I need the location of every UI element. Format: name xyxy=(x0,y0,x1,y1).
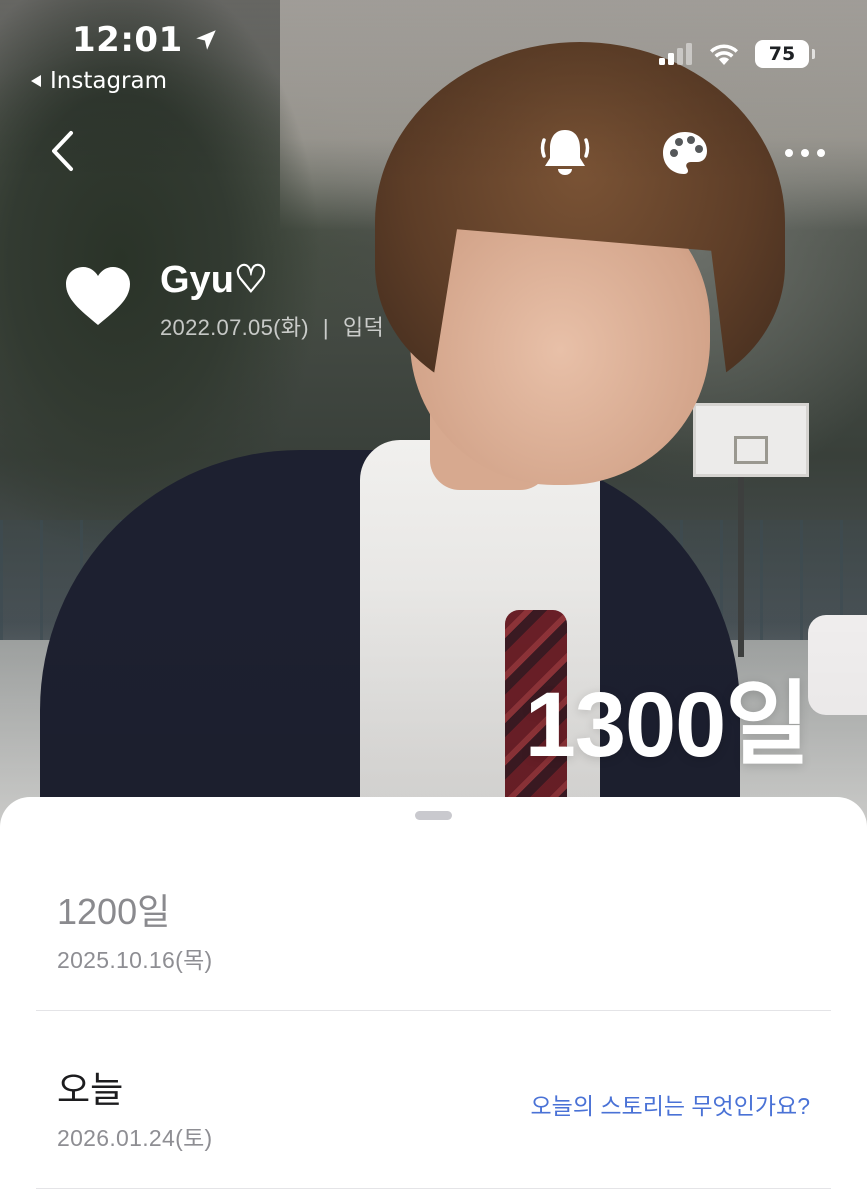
profile-event-text: 입덕 xyxy=(342,315,385,340)
palette-icon xyxy=(663,132,707,174)
milestone-date: 2026.01.24(토) xyxy=(57,1125,213,1151)
milestone-item-today[interactable]: 오늘 2026.01.24(토) xyxy=(57,1061,213,1153)
milestone-item[interactable]: 1200일 2025.10.16(목) xyxy=(57,883,213,975)
status-time: 12:01 xyxy=(72,20,219,60)
profile-date-text: 2022.07.05(화) xyxy=(160,315,309,340)
bell-icon xyxy=(540,130,590,175)
divider xyxy=(36,1188,831,1189)
day-counter: 1300일 xyxy=(524,674,810,776)
profile-separator: | xyxy=(322,315,329,340)
status-indicators: 75 xyxy=(659,40,815,68)
profile-name-text: Gyu♡ xyxy=(160,259,268,301)
notification-button[interactable] xyxy=(536,124,594,180)
today-story-link[interactable]: 오늘의 스토리는 무엇인가요? xyxy=(531,1087,811,1121)
cellular-signal-icon xyxy=(659,43,692,65)
divider xyxy=(36,1010,831,1011)
battery-indicator: 75 xyxy=(755,40,815,68)
back-button[interactable] xyxy=(40,126,84,176)
back-app-label: Instagram xyxy=(50,68,168,94)
theme-button[interactable] xyxy=(658,126,712,180)
chevron-left-icon xyxy=(52,131,73,171)
location-arrow-icon xyxy=(195,30,216,50)
profile-heart-icon xyxy=(64,265,132,331)
sheet-drag-handle[interactable] xyxy=(415,811,452,820)
milestone-title: 오늘 xyxy=(57,1069,124,1110)
more-button[interactable] xyxy=(780,138,830,168)
more-icon xyxy=(785,149,825,157)
profile-subtitle: 2022.07.05(화) | 입덕 xyxy=(160,310,384,342)
milestone-title: 1200일 xyxy=(57,891,171,932)
milestone-date: 2025.10.16(목) xyxy=(57,947,213,973)
wifi-icon xyxy=(710,44,738,65)
status-time-text: 12:01 xyxy=(72,20,183,60)
battery-level: 75 xyxy=(768,43,796,65)
back-to-app-link[interactable]: Instagram xyxy=(30,68,167,94)
back-triangle-icon xyxy=(31,75,41,87)
profile-name: Gyu♡ xyxy=(160,257,268,302)
milestone-sheet[interactable]: 1200일 2025.10.16(목) 오늘 2026.01.24(토) 오늘의… xyxy=(0,797,867,1200)
